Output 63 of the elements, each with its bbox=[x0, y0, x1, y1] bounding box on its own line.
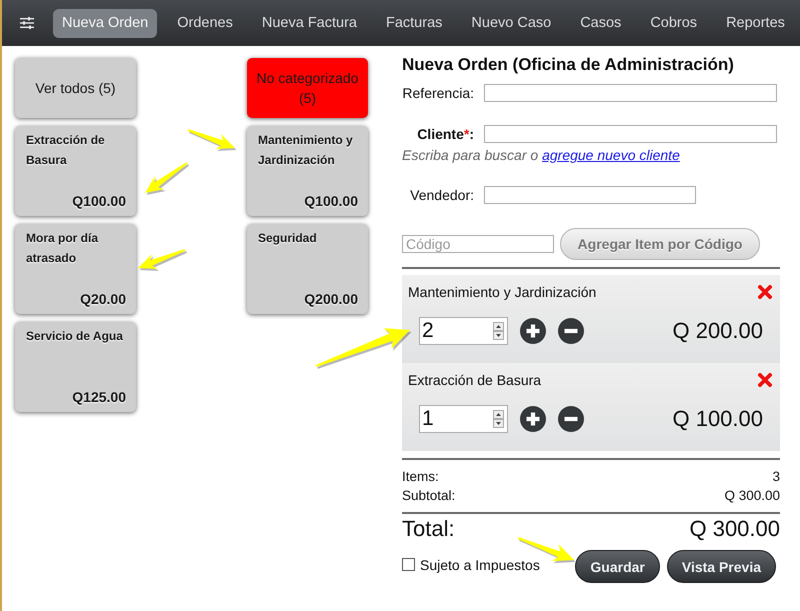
product-name: Mora por día atrasado bbox=[26, 230, 100, 267]
preview-button[interactable]: Vista Previa bbox=[666, 550, 776, 583]
nav-tab[interactable]: Cobros bbox=[641, 8, 706, 38]
nav-tab[interactable]: Casos bbox=[571, 8, 630, 38]
order-title: Nueva Orden (Oficina de Administración) bbox=[402, 55, 735, 75]
spinner-icon[interactable] bbox=[493, 322, 504, 340]
summary-value: Q 300.00 bbox=[724, 487, 780, 505]
spinner-icon[interactable] bbox=[493, 410, 504, 428]
code-field[interactable]: Código bbox=[402, 235, 554, 253]
category-tile[interactable]: No categorizado (5) bbox=[247, 58, 368, 118]
field-label: Vendedor: bbox=[409, 186, 474, 204]
remove-x-icon[interactable] bbox=[758, 285, 772, 299]
product-price: Q20.00 bbox=[80, 291, 126, 307]
minus-circle-icon[interactable] bbox=[558, 318, 584, 344]
item-name: Extracción de Basura bbox=[408, 371, 542, 389]
item-amount: Q 200.00 bbox=[672, 318, 763, 344]
add-client-link[interactable]: agregue nuevo cliente bbox=[542, 147, 680, 163]
product-price: Q100.00 bbox=[304, 193, 358, 209]
field-label: Cliente*: bbox=[416, 125, 474, 143]
product-tile[interactable]: Seguridad Q200.00 bbox=[247, 224, 368, 314]
product-tile[interactable]: Mora por día atrasado Q20.00 bbox=[15, 224, 136, 314]
product-price: Q100.00 bbox=[72, 193, 126, 209]
plus-circle-icon[interactable] bbox=[520, 406, 546, 432]
total-value: Q 300.00 bbox=[689, 516, 780, 542]
quantity-field[interactable]: 2 bbox=[419, 317, 508, 345]
sliders-icon[interactable] bbox=[20, 17, 34, 29]
remove-x-icon[interactable] bbox=[758, 373, 772, 387]
nav-tab[interactable]: Nueva Factura bbox=[252, 8, 366, 38]
tax-checkbox[interactable] bbox=[402, 558, 415, 571]
save-button[interactable]: Guardar bbox=[575, 550, 660, 583]
product-name: Extracción de Basura bbox=[26, 132, 106, 169]
reference-field[interactable] bbox=[484, 84, 777, 102]
nav-tab[interactable]: Reportes bbox=[717, 8, 794, 38]
product-tile[interactable]: Extracción de Basura Q100.00 bbox=[15, 126, 136, 216]
nav-tab[interactable]: Nueva Orden bbox=[53, 8, 158, 38]
product-name: Seguridad bbox=[258, 230, 317, 247]
product-tile[interactable]: Servicio de Agua Q125.00 bbox=[15, 322, 136, 412]
product-price: Q200.00 bbox=[304, 291, 358, 307]
item-amount: Q 100.00 bbox=[672, 406, 763, 432]
plus-circle-icon[interactable] bbox=[520, 318, 546, 344]
total-label: Total: bbox=[402, 516, 455, 542]
nav-tab[interactable]: Facturas bbox=[376, 8, 452, 38]
pointer-arrow bbox=[188, 129, 236, 151]
nav-tab[interactable]: Ordenes bbox=[168, 8, 242, 38]
product-name: Mantenimiento y Jardinización bbox=[258, 132, 354, 169]
summary-label: Items: bbox=[402, 468, 439, 486]
pointer-arrow bbox=[145, 162, 190, 195]
client-field[interactable] bbox=[484, 125, 777, 143]
product-name: Servicio de Agua bbox=[26, 328, 123, 345]
minus-circle-icon[interactable] bbox=[558, 406, 584, 432]
pointer-arrow bbox=[138, 249, 187, 271]
nav-tab[interactable]: Nuevo Caso bbox=[462, 8, 560, 38]
category-tile[interactable]: Ver todos (5) bbox=[15, 58, 136, 118]
quantity-field[interactable]: 1 bbox=[419, 405, 508, 433]
product-price: Q125.00 bbox=[72, 389, 126, 405]
summary-label: Subtotal: bbox=[402, 487, 456, 505]
seller-field[interactable] bbox=[484, 186, 696, 204]
checkbox-label: Sujeto a Impuestos bbox=[420, 556, 540, 572]
item-name: Mantenimiento y Jardinización bbox=[408, 283, 596, 301]
hint-text: Escriba para buscar o agregue nuevo cliente bbox=[402, 147, 681, 163]
summary-value: 3 bbox=[772, 468, 780, 486]
product-tile[interactable]: Mantenimiento y Jardinización Q100.00 bbox=[247, 126, 368, 216]
field-label: Referencia: bbox=[402, 84, 474, 102]
